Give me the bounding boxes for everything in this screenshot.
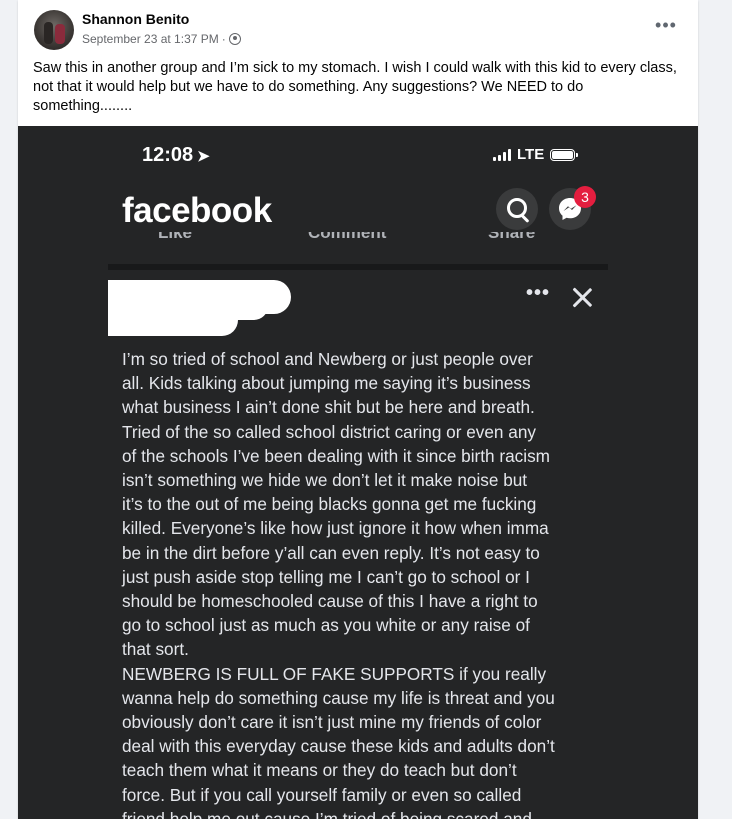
post-meta: September 23 at 1:37 PM · [82,32,241,46]
status-bar-indicators: LTE [493,146,579,163]
screenshot-post-body: I’m so tried of school and Newberg or ju… [122,349,555,819]
redacted-name [108,280,291,336]
avatar-figure [55,24,65,44]
post-image[interactable]: 12:08 ➤ LTE facebook 3 Like Comment Shar… [18,126,698,819]
post-card: Shannon Benito September 23 at 1:37 PM ·… [18,0,698,819]
search-icon [496,188,538,230]
signal-icon [493,148,511,161]
facebook-logo: facebook [122,191,272,230]
meta-separator: · [221,32,226,46]
status-time-text: 12:08 [142,144,194,166]
close-icon [571,286,593,308]
globe-icon[interactable] [228,33,241,45]
feed-divider [108,264,608,270]
post-text: Saw this in another group and I’m sick t… [33,60,677,114]
avatar-figure [44,22,53,44]
author-name[interactable]: Shannon Benito [82,11,189,27]
more-options-button[interactable]: ••• [654,16,678,38]
post-header: Shannon Benito September 23 at 1:37 PM ·… [18,0,698,60]
location-arrow-icon: ➤ [197,148,210,165]
post-actions-peek: Like Comment Share [158,232,578,248]
comment-action: Comment [308,232,387,242]
post-timestamp[interactable]: September 23 at 1:37 PM [82,32,219,46]
avatar[interactable] [34,10,74,50]
more-dots-icon: ••• [526,282,551,304]
share-action: Share [488,232,536,242]
battery-icon [550,148,579,161]
like-action: Like [158,232,193,242]
messenger-badge: 3 [574,186,596,208]
phone-screenshot: 12:08 ➤ LTE facebook 3 Like Comment Shar… [108,126,608,819]
status-bar-time: 12:08 ➤ [142,144,210,167]
carrier-label: LTE [517,146,545,163]
